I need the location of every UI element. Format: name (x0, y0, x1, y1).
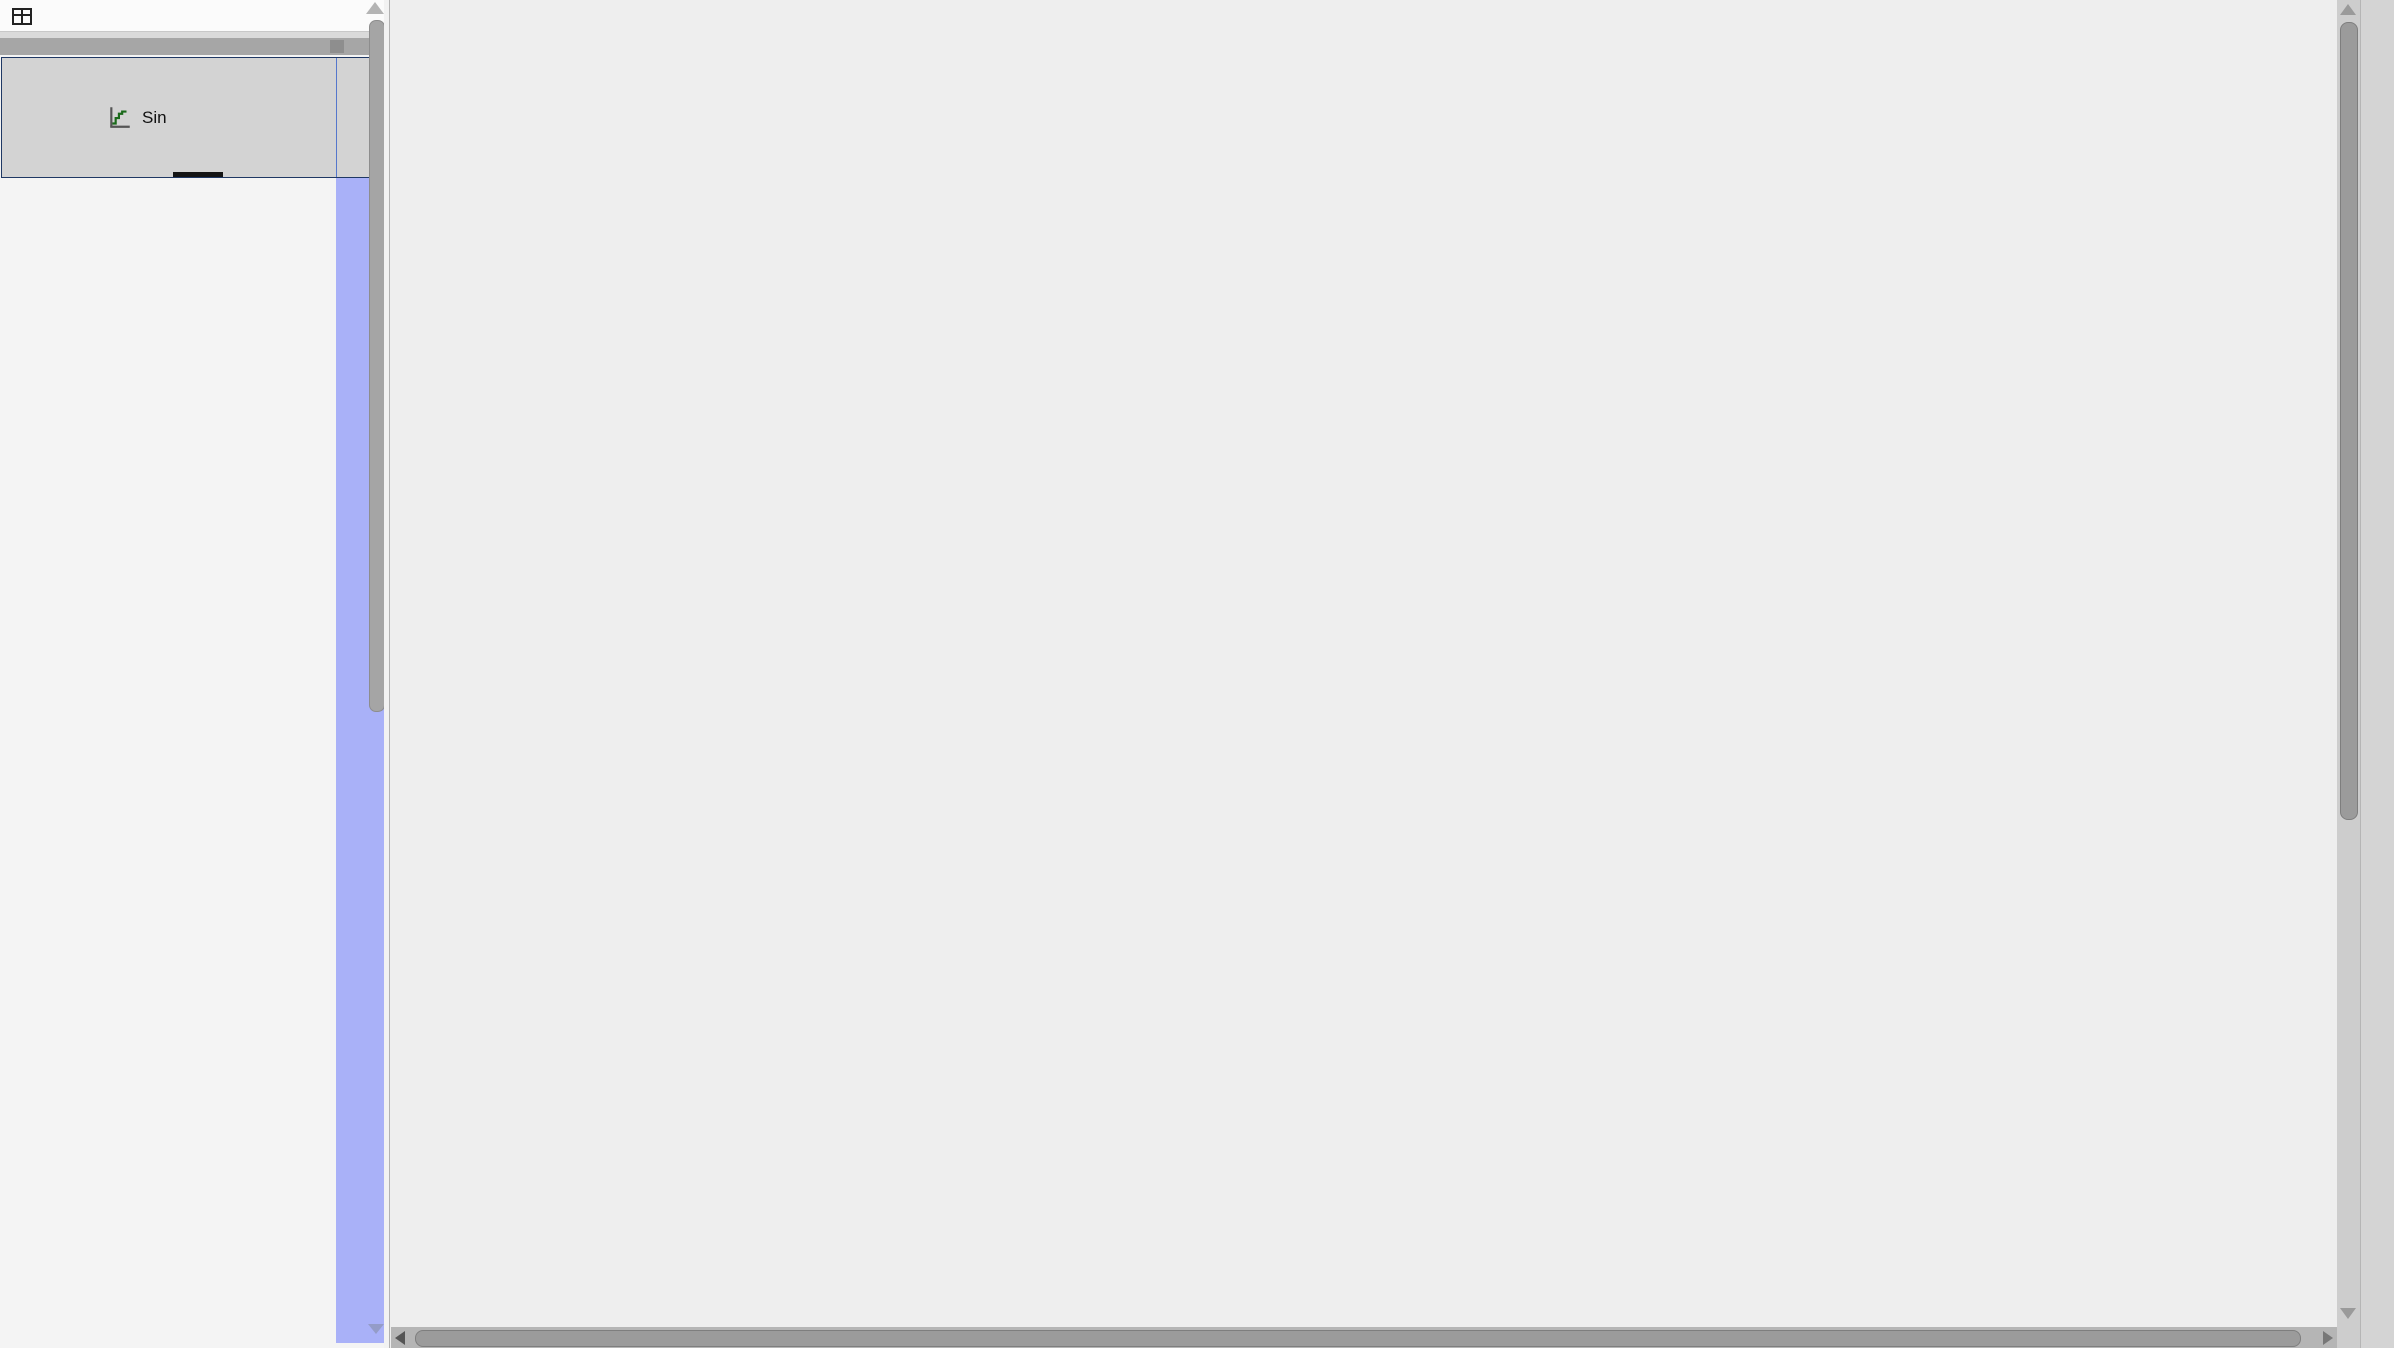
grid-window-icon (10, 5, 34, 29)
vertical-scrollbar[interactable] (2337, 0, 2360, 1348)
sidebar-hscroll-thumb[interactable] (330, 40, 344, 53)
sidebar: Sin (0, 0, 384, 1348)
scroll-right-icon[interactable] (2323, 1331, 2333, 1345)
sidebar-header (0, 0, 384, 32)
divider (336, 58, 337, 177)
sidebar-scroll-down-icon[interactable] (368, 1324, 384, 1334)
sidebar-vscroll-thumb[interactable] (369, 20, 385, 712)
vscroll-thumb[interactable] (2340, 22, 2358, 820)
application-window: Sin (0, 0, 2394, 1348)
scroll-left-icon[interactable] (395, 1331, 405, 1345)
sidebar-hscrollbar[interactable] (0, 38, 384, 55)
splitter-handle[interactable] (173, 172, 223, 177)
sidebar-item-label: Sin (142, 108, 167, 128)
sidebar-main-divider[interactable] (384, 0, 390, 1348)
step-line-chart-icon (107, 104, 133, 130)
scroll-down-icon[interactable] (2340, 1308, 2356, 1319)
scroll-up-icon[interactable] (2340, 4, 2356, 15)
horizontal-scrollbar[interactable] (391, 1327, 2337, 1348)
hscroll-thumb[interactable] (415, 1330, 2301, 1347)
right-toolbar (2360, 0, 2394, 1348)
sidebar-scroll-up-icon[interactable] (366, 2, 384, 14)
sidebar-item-sin[interactable]: Sin (1, 57, 383, 178)
